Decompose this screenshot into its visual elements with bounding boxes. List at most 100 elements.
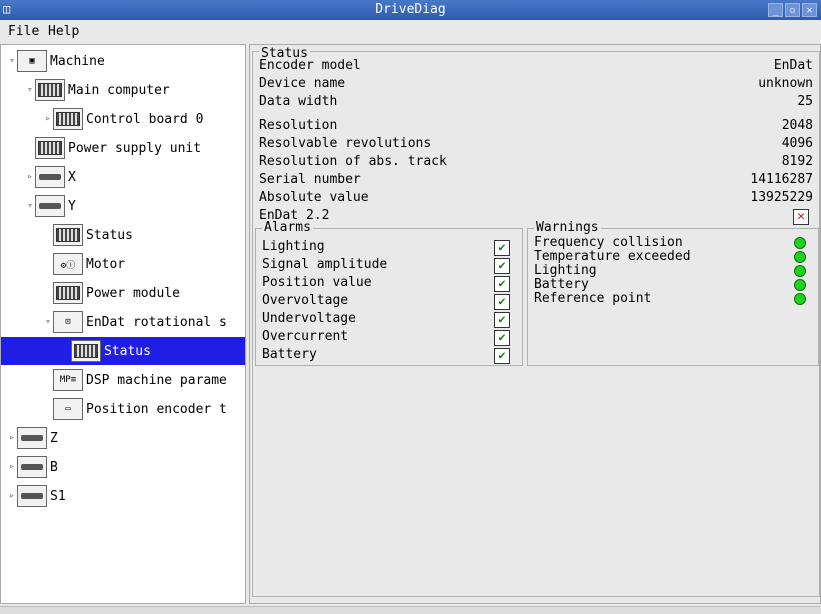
- tree-item[interactable]: ▿ Y: [1, 192, 245, 220]
- status-row-value: EnDat: [773, 58, 813, 73]
- menu-help[interactable]: Help: [48, 24, 79, 39]
- axis-icon: [35, 195, 65, 217]
- warning-label: Frequency collision: [534, 235, 683, 250]
- endat22-x-icon[interactable]: ✕: [793, 209, 809, 225]
- tree-item[interactable]: ▿ ⊡ EnDat rotational s: [1, 308, 245, 336]
- status-row-label: Absolute value: [259, 190, 369, 205]
- tree-item[interactable]: Power module: [1, 279, 245, 307]
- tree-item[interactable]: Status: [1, 221, 245, 249]
- rack-icon: [35, 79, 65, 101]
- status-row: Resolution of abs. track 8192: [259, 154, 813, 172]
- status-row: Resolution 2048: [259, 118, 813, 136]
- status-row: Resolvable revolutions 4096: [259, 136, 813, 154]
- status-row-value: unknown: [758, 76, 813, 91]
- tree-item-label: Control board 0: [86, 111, 204, 127]
- collapse-arrow-icon[interactable]: ▿: [43, 317, 53, 327]
- collapse-arrow-icon[interactable]: ▿: [25, 85, 35, 95]
- collapse-arrow-icon[interactable]: ▿: [7, 56, 17, 66]
- alarm-row: Lighting ✔: [262, 239, 516, 257]
- checkmark-icon: ✔: [494, 276, 510, 292]
- alarm-label: Overvoltage: [262, 293, 349, 308]
- checkmark-icon: ✔: [494, 294, 510, 310]
- axis-icon: [17, 456, 47, 478]
- warning-row: Frequency collision: [534, 235, 812, 250]
- alarm-label: Position value: [262, 275, 372, 290]
- tree-item[interactable]: ▹ S1: [1, 482, 245, 510]
- status-row-label: Device name: [259, 76, 346, 91]
- endat-icon: ⊡: [53, 311, 83, 333]
- status-row-label: Encoder model: [259, 58, 361, 73]
- status-icon: [53, 224, 83, 246]
- expand-arrow-icon[interactable]: ▹: [7, 433, 17, 443]
- alarm-label: Lighting: [262, 239, 325, 254]
- rack-icon: [53, 108, 83, 130]
- window-title: DriveDiag: [375, 2, 446, 17]
- status-icon: [71, 340, 101, 362]
- close-button[interactable]: ✕: [802, 3, 817, 17]
- expand-arrow-icon[interactable]: ▹: [7, 462, 17, 472]
- expand-arrow-icon[interactable]: ▹: [43, 114, 53, 124]
- tree-item[interactable]: ▭ Position encoder t: [1, 395, 245, 423]
- collapse-arrow-icon[interactable]: ▿: [25, 201, 35, 211]
- rack-icon: [35, 137, 65, 159]
- status-row-label: Resolvable revolutions: [259, 136, 432, 151]
- motor-info-icon: ⚙ⓘ: [53, 253, 83, 275]
- warnings-group: Warnings Frequency collision Temperature …: [527, 220, 819, 366]
- status-row-label: Serial number: [259, 172, 361, 187]
- alarm-row: Signal amplitude ✔: [262, 257, 516, 275]
- menu-file[interactable]: File: [8, 24, 39, 39]
- tree-item-label: S1: [50, 488, 66, 504]
- status-row-label: Data width: [259, 94, 338, 109]
- tree-item-label: DSP machine parame: [86, 372, 227, 388]
- status-dot-icon: [794, 265, 806, 277]
- tree-item[interactable]: Power supply unit: [1, 134, 245, 162]
- navigation-tree[interactable]: ▿ ▣ Machine ▿ Main computer ▹ Control board 0P…: [0, 44, 246, 604]
- expand-arrow-icon[interactable]: ▹: [7, 491, 17, 501]
- encoder-icon: ▭: [53, 398, 83, 420]
- alarm-row: Overvoltage ✔: [262, 293, 516, 311]
- status-row-value: 13925229: [750, 190, 813, 205]
- machine-icon: ▣: [17, 50, 47, 72]
- maximize-button[interactable]: ▫: [785, 3, 800, 17]
- checkmark-icon: ✔: [494, 348, 510, 364]
- warning-label: Temperature exceeded: [534, 249, 691, 264]
- axis-icon: [17, 485, 47, 507]
- alarm-row: Undervoltage ✔: [262, 311, 516, 329]
- axis-icon: [17, 427, 47, 449]
- expand-arrow-icon[interactable]: ▹: [25, 172, 35, 182]
- alarm-row: Overcurrent ✔: [262, 329, 516, 347]
- warning-row: Temperature exceeded: [534, 249, 812, 264]
- tree-item[interactable]: MP≡ DSP machine parame: [1, 366, 245, 394]
- warning-row: Battery: [534, 277, 812, 292]
- checkmark-icon: ✔: [494, 312, 510, 328]
- checkmark-icon: ✔: [494, 258, 510, 274]
- tree-item[interactable]: ▿ ▣ Machine: [1, 47, 245, 75]
- tree-item[interactable]: ▿ Main computer: [1, 76, 245, 104]
- tree-item[interactable]: ▹ Z: [1, 424, 245, 452]
- status-dot-icon: [794, 251, 806, 263]
- status-row: Encoder model EnDat: [259, 58, 813, 76]
- tree-item-label: EnDat rotational s: [86, 314, 227, 330]
- tree-item-label: Power supply unit: [68, 140, 202, 156]
- axis-icon: [35, 166, 65, 188]
- status-dot-icon: [794, 279, 806, 291]
- tree-item[interactable]: ▹ Control board 0: [1, 105, 245, 133]
- status-group: Status Encoder model EnDat Device name unkn…: [252, 46, 820, 597]
- minimize-button[interactable]: _: [768, 3, 783, 17]
- status-row: Data width 25: [259, 94, 813, 112]
- tree-item-label: Power module: [86, 285, 180, 301]
- tree-item[interactable]: ▹ B: [1, 453, 245, 481]
- tree-item-label: Machine: [50, 53, 105, 69]
- alarm-label: Signal amplitude: [262, 257, 388, 272]
- checkmark-icon: ✔: [494, 240, 510, 256]
- status-row-value: 8192: [781, 154, 813, 169]
- tree-item[interactable]: Status: [1, 337, 245, 365]
- status-panel: Status Encoder model EnDat Device name unkn…: [249, 44, 821, 604]
- tree-item-label: B: [50, 459, 58, 475]
- warning-label: Lighting: [534, 263, 597, 278]
- tree-item[interactable]: ▹ X: [1, 163, 245, 191]
- tree-item-label: Status: [104, 343, 151, 359]
- alarms-group: Alarms Lighting ✔ Signal amplitude ✔ Positio…: [255, 220, 523, 366]
- status-row-value: 25: [797, 94, 813, 109]
- tree-item[interactable]: ⚙ⓘ Motor: [1, 250, 245, 278]
